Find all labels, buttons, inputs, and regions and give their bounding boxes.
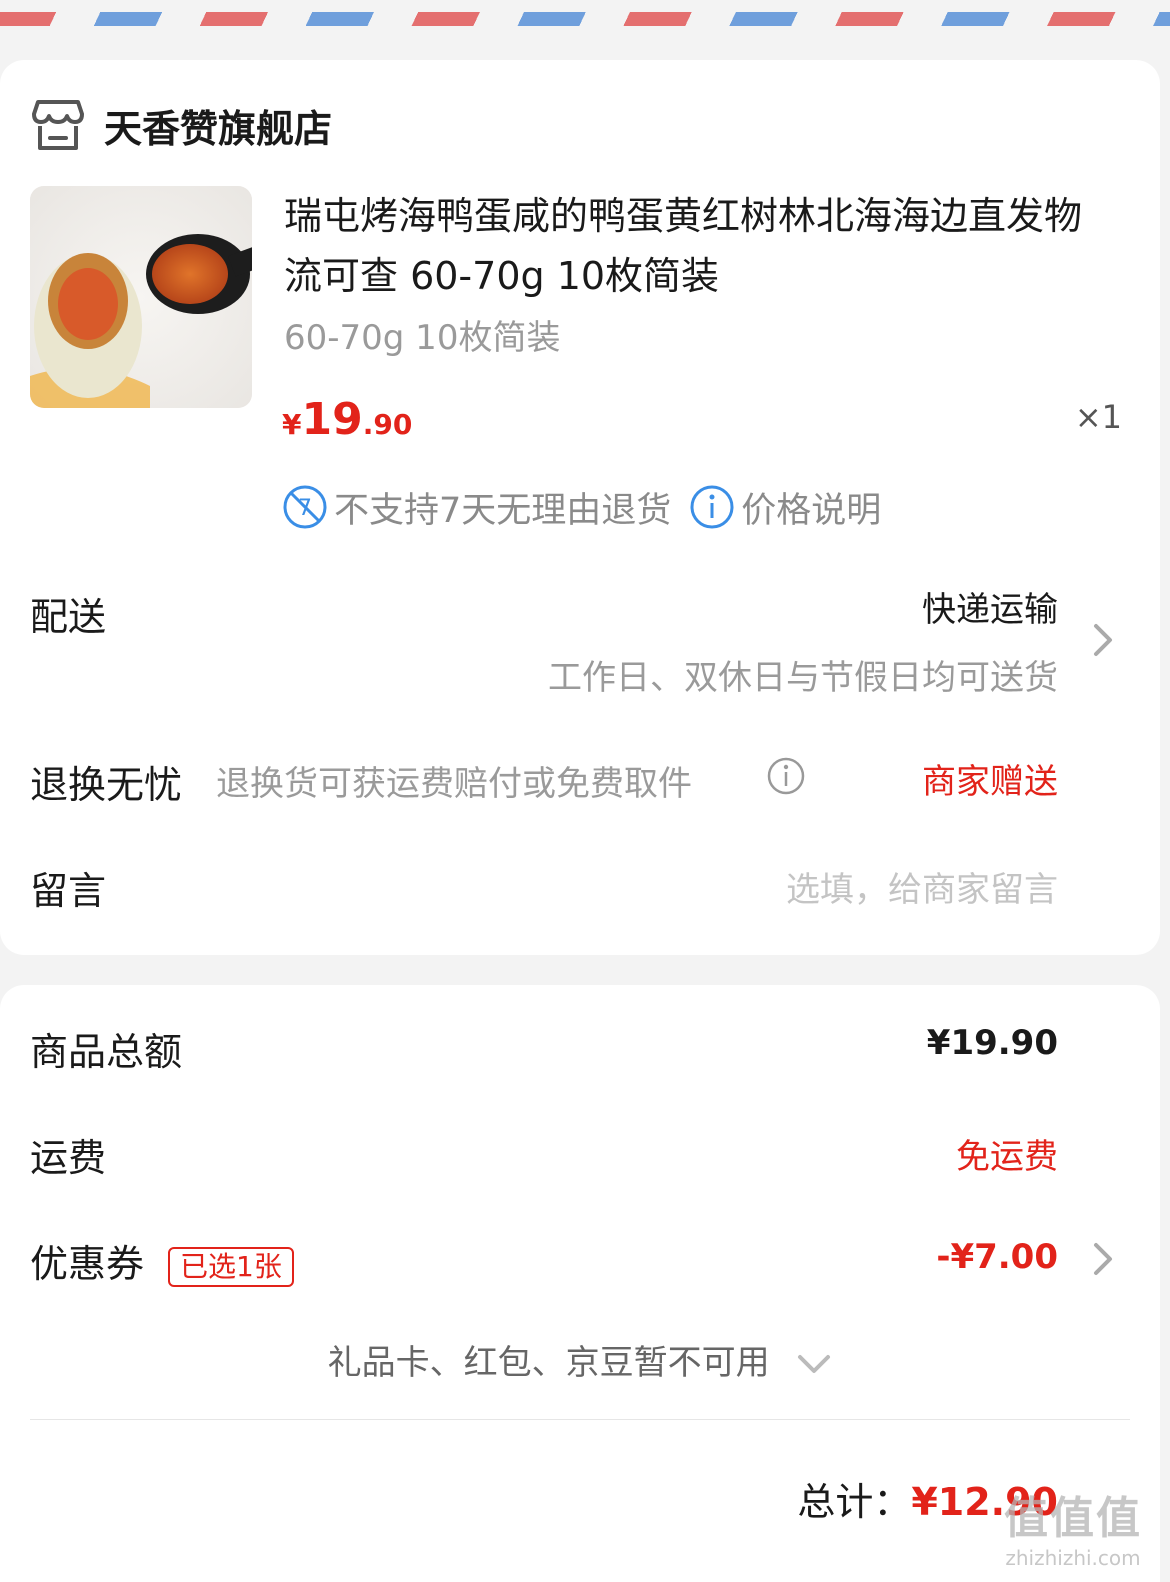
chevron-down-icon[interactable] — [796, 1353, 832, 1377]
no-return-icon: 7 — [283, 485, 327, 529]
divider — [30, 1419, 1130, 1420]
return-worry-desc: 退换货可获运费赔付或免费取件 — [216, 764, 692, 804]
watermark-url: zhizhizhi.com — [1005, 1546, 1141, 1570]
product-spec: 60-70g 10枚简装 — [284, 318, 561, 358]
goods-total-label: 商品总额 — [30, 1030, 183, 1074]
message-label: 留言 — [30, 869, 107, 913]
chevron-right-icon[interactable] — [1092, 1241, 1116, 1277]
store-header[interactable]: 天香赞旗舰店 — [32, 92, 332, 158]
message-input[interactable]: 选填，给商家留言 — [786, 862, 1058, 911]
airmail-border-stripe — [0, 12, 1170, 26]
total-label: 总计： — [797, 1480, 912, 1524]
store-icon — [32, 100, 84, 150]
policy-row: 7 不支持7天无理由退货 价格说明 — [282, 478, 881, 536]
watermark: 值值值 zhizhizhi.com — [1004, 1482, 1142, 1570]
product-price: ¥19.90 — [282, 394, 412, 445]
return-worry-value: 商家赠送 — [922, 762, 1058, 802]
price-currency: ¥ — [282, 408, 302, 441]
unavailable-note: 礼品卡、红包、京豆暂不可用 — [327, 1343, 770, 1383]
info-icon[interactable] — [689, 484, 735, 530]
shipping-label: 运费 — [30, 1136, 107, 1180]
product-title[interactable]: 瑞屯烤海鸭蛋咸的鸭蛋黄红树林北海海边直发物流可查 60-70g 10枚简装 — [284, 186, 1104, 306]
price-explanation-link[interactable]: 价格说明 — [741, 482, 881, 533]
delivery-method[interactable]: 快递运输 — [922, 582, 1058, 631]
coupon-label: 优惠券 — [30, 1242, 145, 1286]
shipping-value: 免运费 — [956, 1137, 1058, 1177]
price-summary-card: 商品总额 ¥19.90 运费 免运费 优惠券 已选1张 -¥7.00 礼品卡、红包… — [0, 985, 1160, 1582]
return-worry-label: 退换无忧 — [30, 763, 183, 807]
product-quantity: ×1 — [1074, 398, 1122, 436]
delivery-label: 配送 — [30, 595, 107, 639]
coupon-selected-badge: 已选1张 — [168, 1246, 294, 1287]
chevron-right-icon[interactable] — [1092, 622, 1116, 658]
no-return-text: 不支持7天无理由退货 — [334, 490, 672, 531]
delivery-note: 工作日、双休日与节假日均可送货 — [548, 658, 1058, 698]
price-integer: 19 — [301, 394, 363, 445]
price-decimal: .90 — [362, 408, 413, 441]
coupon-discount-value[interactable]: -¥7.00 — [936, 1237, 1058, 1277]
goods-total-value: ¥19.90 — [926, 1023, 1058, 1063]
info-icon[interactable] — [766, 756, 806, 796]
product-thumbnail[interactable] — [30, 186, 252, 408]
coupon-row[interactable]: 优惠券 已选1张 — [30, 1233, 294, 1288]
order-item-card: 天香赞旗舰店 瑞屯烤海鸭蛋咸的鸭蛋黄红树林北海海边直发物流可查 60-70g 1… — [0, 60, 1160, 955]
salted-egg-image — [30, 186, 252, 408]
watermark-logo: 值值值 — [1004, 1493, 1142, 1544]
unavailable-note-row[interactable]: 礼品卡、红包、京豆暂不可用 — [0, 1335, 1160, 1384]
store-name: 天香赞旗舰店 — [104, 106, 333, 151]
